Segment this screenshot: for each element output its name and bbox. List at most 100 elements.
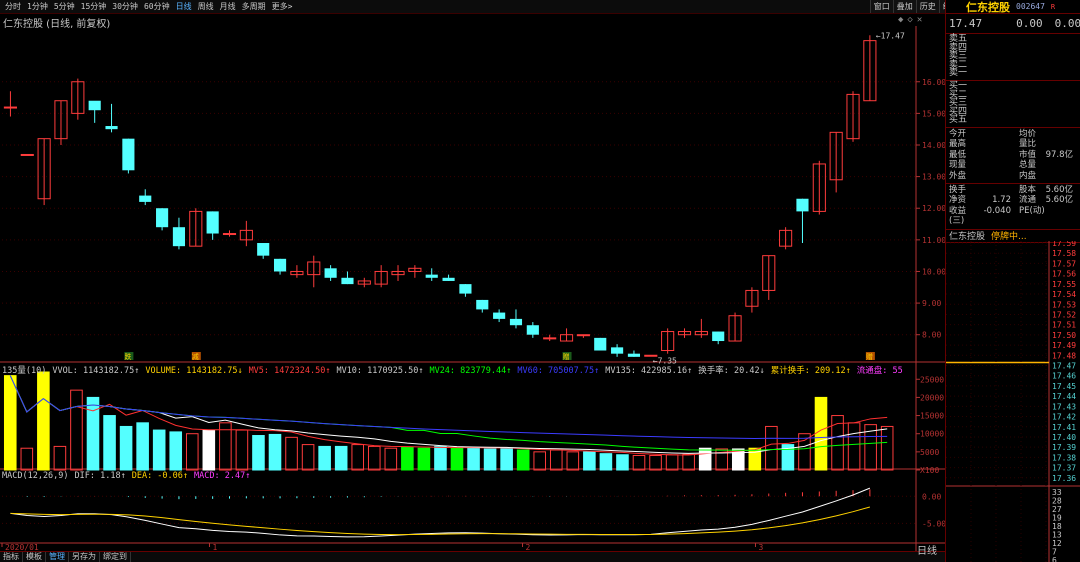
stat-v2 — [1039, 206, 1073, 227]
candle-body-down — [156, 208, 169, 228]
candle-body-down — [139, 195, 152, 202]
volume-bar — [37, 371, 50, 471]
volume-bar — [384, 447, 398, 471]
kline-chart[interactable]: 16.0015.0014.0013.0012.0011.0010.009.008… — [0, 0, 945, 551]
quote-header: 仁东控股 002647 R — [946, 0, 1080, 14]
candle-body-down — [206, 211, 219, 234]
candle-body-down — [442, 277, 455, 281]
sell-orderbook: 卖五 卖四 卖三 卖二 卖一 — [946, 34, 1080, 81]
volume-bar — [3, 375, 17, 471]
stat-v — [977, 185, 1019, 195]
stat-k2: 量比 — [1019, 139, 1037, 150]
stat-v: 1.72 — [992, 195, 1011, 206]
mini-vol-tick-label: 6 — [1052, 556, 1057, 562]
volume-bar — [434, 445, 447, 471]
quote-panel: 仁东控股 002647 R 17.47 0.00 0.00% 卖五卖四卖三卖二卖… — [945, 0, 1080, 562]
stat-k2: PE(动) — [1019, 205, 1045, 216]
stat-v2 — [1039, 139, 1073, 149]
date-tick-label: 3 — [758, 543, 763, 551]
candle-body-down — [88, 100, 101, 111]
volume-tick-label: 5000 — [920, 448, 939, 457]
price-tick-label: 13.00 — [922, 173, 945, 182]
stat-v2 — [1039, 129, 1073, 139]
candle-body-down — [493, 312, 506, 319]
stat-v — [977, 129, 1019, 139]
volume-label-5: MV24: 823779.44↑ — [429, 366, 512, 376]
stock-code: 002647 — [1016, 2, 1045, 11]
volume-label-10: 流通盘: 55 — [856, 366, 903, 376]
high-price-label: ←17.47 — [876, 31, 905, 40]
mini-tick-label: 17.42 — [1052, 413, 1076, 422]
volume-bar — [533, 451, 547, 471]
trading-app: 分时1分钟5分钟15分钟30分钟60分钟日线周线月线多周期更多> 窗口叠加历史统… — [0, 0, 1080, 562]
macd-dea-line — [10, 506, 871, 536]
bottom-tab-0[interactable]: 指标 — [0, 552, 23, 562]
volume-bar — [500, 447, 513, 471]
last-price: 17.47 — [949, 17, 983, 30]
sell-level-1: 卖一 — [949, 68, 968, 79]
volume-bar — [599, 453, 613, 471]
mini-tick-label: 17.59 — [1052, 241, 1076, 248]
price-line: 17.47 0.00 0.00% — [946, 14, 1080, 34]
mini-tick-label: 17.51 — [1052, 321, 1076, 330]
volume-bar — [301, 444, 315, 471]
volume-bar — [516, 449, 530, 471]
candle-body-down — [627, 353, 641, 357]
candle-body-down — [526, 325, 539, 335]
macd-tick-label: 0.00 — [922, 492, 941, 501]
period-indicator[interactable]: 日线 — [917, 542, 937, 557]
stat-row: 换手 股本 5.60亿 — [946, 185, 1080, 195]
stat-row: 现量 总量 — [946, 160, 1080, 170]
date-tick-label: 2 — [526, 543, 531, 551]
stat-row: 外盘 内盘 — [946, 171, 1080, 181]
candle-body-down — [459, 284, 472, 294]
stat-row: 最高 量比 — [946, 139, 1080, 149]
volume-bar — [765, 425, 778, 471]
volume-bar — [318, 445, 331, 471]
intraday-mini-chart[interactable]: 17.5917.5817.57 17.5617.5517.5417.5317.52… — [946, 241, 1080, 562]
stat-k: 最低 — [949, 149, 967, 160]
candle-body-down — [611, 347, 624, 354]
volume-label-6: MV60: 705007.75↑ — [517, 366, 600, 376]
volume-tick-label: 25000 — [920, 375, 944, 384]
event-marker-label: 赠 — [866, 352, 873, 361]
mini-tick-label: 17.38 — [1052, 453, 1076, 462]
candle-body-down — [425, 274, 438, 278]
volume-bar — [566, 451, 580, 471]
buy-level-5: 买五 — [949, 115, 968, 126]
stat-v: -0.040 — [983, 205, 1011, 216]
bottom-tab-3[interactable]: 另存为 — [69, 552, 100, 562]
stat-v2 — [1039, 171, 1073, 181]
volume-bar — [103, 415, 116, 471]
volume-bar — [549, 449, 563, 471]
mini-tick-label: 17.39 — [1052, 443, 1076, 452]
bottom-tab-1[interactable]: 模板 — [23, 552, 46, 562]
stat-k2: 内盘 — [1019, 170, 1037, 181]
volume-label-9: 累计换手: 209.12↑ — [770, 366, 851, 376]
candle-body-down — [172, 227, 186, 247]
macd-tick-label: -5.00 — [922, 519, 945, 528]
stock-name: 仁东控股 — [966, 0, 1010, 14]
price-tick-label: 9.00 — [922, 299, 941, 308]
volume-tick-label: 10000 — [920, 430, 944, 439]
stat-k2: 均价 — [1019, 128, 1037, 139]
candle-body-down — [341, 277, 354, 285]
candle-body-down — [324, 268, 337, 278]
volume-bar — [450, 446, 464, 471]
price-tick-label: 15.00 — [922, 109, 945, 118]
volume-bar — [185, 433, 199, 471]
volume-bar — [53, 445, 67, 471]
stat-k2: 市值 — [1019, 149, 1037, 160]
volume-bar — [70, 389, 83, 471]
candle-body-up — [20, 153, 34, 156]
candle-body-down — [476, 299, 489, 310]
mini-tick-label: 17.40 — [1052, 433, 1076, 442]
volume-label-8: 换手率: 20.42↓ — [698, 366, 765, 376]
stat-k: 外盘 — [949, 170, 967, 181]
bottom-tab-2[interactable]: 管理 — [46, 552, 69, 562]
bottom-tab-4[interactable]: 绑定到 — [100, 552, 131, 562]
stat-v — [977, 160, 1019, 170]
event-marker-label: 减 — [192, 352, 199, 361]
candle-body-up — [576, 334, 590, 337]
date-tick-label: 2020/01 — [5, 543, 39, 551]
